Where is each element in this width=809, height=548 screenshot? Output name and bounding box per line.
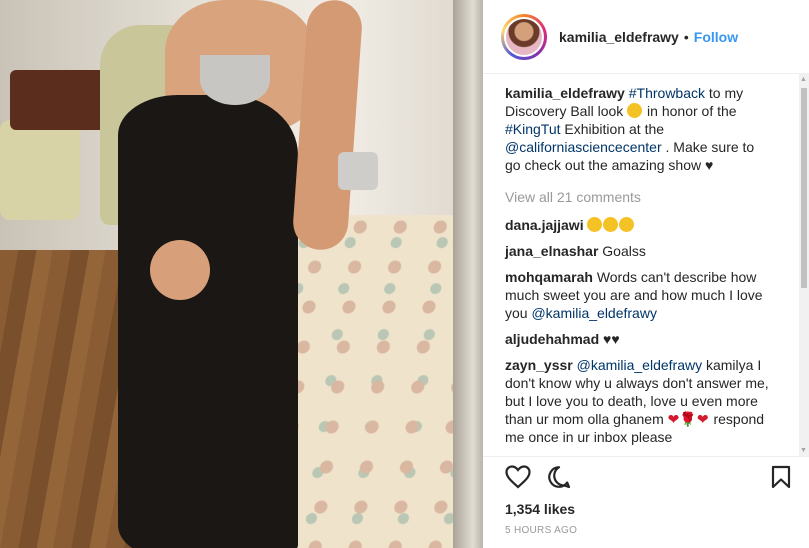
caption: kamilia_eldefrawy #Throwback to my Disco… bbox=[505, 84, 773, 174]
post-timestamp[interactable]: 5 HOURS AGO bbox=[505, 525, 577, 536]
likes-count[interactable]: 1,354 likes bbox=[505, 501, 575, 517]
hashtag-kingtut[interactable]: #KingTut bbox=[505, 121, 561, 137]
comment-item: dana.jajjawi bbox=[505, 216, 773, 234]
caption-text-3: Exhibition at the bbox=[564, 121, 665, 137]
photo-black-dress bbox=[118, 95, 298, 548]
heart-suit-icon: ♥ bbox=[705, 157, 714, 173]
photo-hand bbox=[150, 240, 210, 300]
scroll-up-arrow-icon[interactable]: ▲ bbox=[800, 76, 807, 83]
story-ring[interactable] bbox=[501, 13, 547, 60]
comments-list: kamilia_eldefrawy #Throwback to my Disco… bbox=[483, 84, 793, 456]
photo-chair-left bbox=[0, 120, 80, 220]
caption-text-2: in honor of the bbox=[647, 103, 737, 119]
comment-username[interactable]: aljudehahmad bbox=[505, 331, 599, 347]
heart-rose-heart-icon: ❤🌹❤ bbox=[667, 411, 709, 427]
scrollbar-thumb[interactable] bbox=[801, 88, 807, 288]
photo-side-table bbox=[10, 70, 105, 130]
post-photo[interactable] bbox=[0, 0, 483, 548]
scroll-down-arrow-icon[interactable]: ▼ bbox=[800, 447, 807, 454]
separator-dot: • bbox=[683, 28, 689, 45]
heart-eyes-emoji-icon bbox=[587, 217, 603, 232]
comment-username[interactable]: zayn_yssr bbox=[505, 357, 573, 373]
heart-eyes-emoji-icon bbox=[619, 217, 635, 232]
post-header: kamilia_eldefrawy • Follow bbox=[483, 0, 809, 74]
mention-californiasciencecenter[interactable]: @californiasciencecenter bbox=[505, 139, 662, 155]
follow-button[interactable]: Follow bbox=[694, 29, 738, 45]
photo-bracelet bbox=[338, 152, 378, 190]
photo-necklace bbox=[200, 55, 270, 105]
comment-username[interactable]: dana.jajjawi bbox=[505, 217, 584, 233]
comment-mention[interactable]: @kamilia_eldefrawy bbox=[531, 305, 656, 321]
comment-mention[interactable]: @kamilia_eldefrawy bbox=[577, 357, 702, 373]
photo-mirror-frame bbox=[453, 0, 483, 548]
caption-username[interactable]: kamilia_eldefrawy bbox=[505, 85, 625, 101]
hashtag-throwback[interactable]: #Throwback bbox=[629, 85, 705, 101]
comment-bubble-icon[interactable] bbox=[547, 465, 571, 494]
post-side-panel: kamilia_eldefrawy • Follow kamilia_eldef… bbox=[483, 0, 809, 548]
comment-item: zayn_yssr @kamilia_eldefrawy kamilya I d… bbox=[505, 356, 773, 446]
bookmark-icon[interactable] bbox=[771, 465, 791, 494]
avatar[interactable] bbox=[504, 16, 544, 57]
comment-text: Goalss bbox=[602, 243, 646, 259]
heart-eyes-emoji-icon bbox=[627, 103, 643, 118]
comment-username[interactable]: jana_elnashar bbox=[505, 243, 598, 259]
post-actions: 1,354 likes 5 HOURS AGO bbox=[483, 456, 809, 548]
comments-scrollbar[interactable]: ▲ ▼ bbox=[799, 74, 809, 456]
black-hearts-icon: ♥♥ bbox=[603, 331, 620, 347]
heart-eyes-emoji-icon bbox=[603, 217, 619, 232]
comment-item: aljudehahmad ♥♥ bbox=[505, 330, 773, 348]
comment-username[interactable]: mohqamarah bbox=[505, 269, 593, 285]
comment-item: mohqamarah Words can't describe how much… bbox=[505, 268, 773, 322]
view-all-comments-link[interactable]: View all 21 comments bbox=[505, 188, 773, 206]
heart-outline-icon[interactable] bbox=[505, 465, 531, 494]
header-username[interactable]: kamilia_eldefrawy bbox=[559, 29, 679, 45]
comment-item: jana_elnashar Goalss bbox=[505, 242, 773, 260]
